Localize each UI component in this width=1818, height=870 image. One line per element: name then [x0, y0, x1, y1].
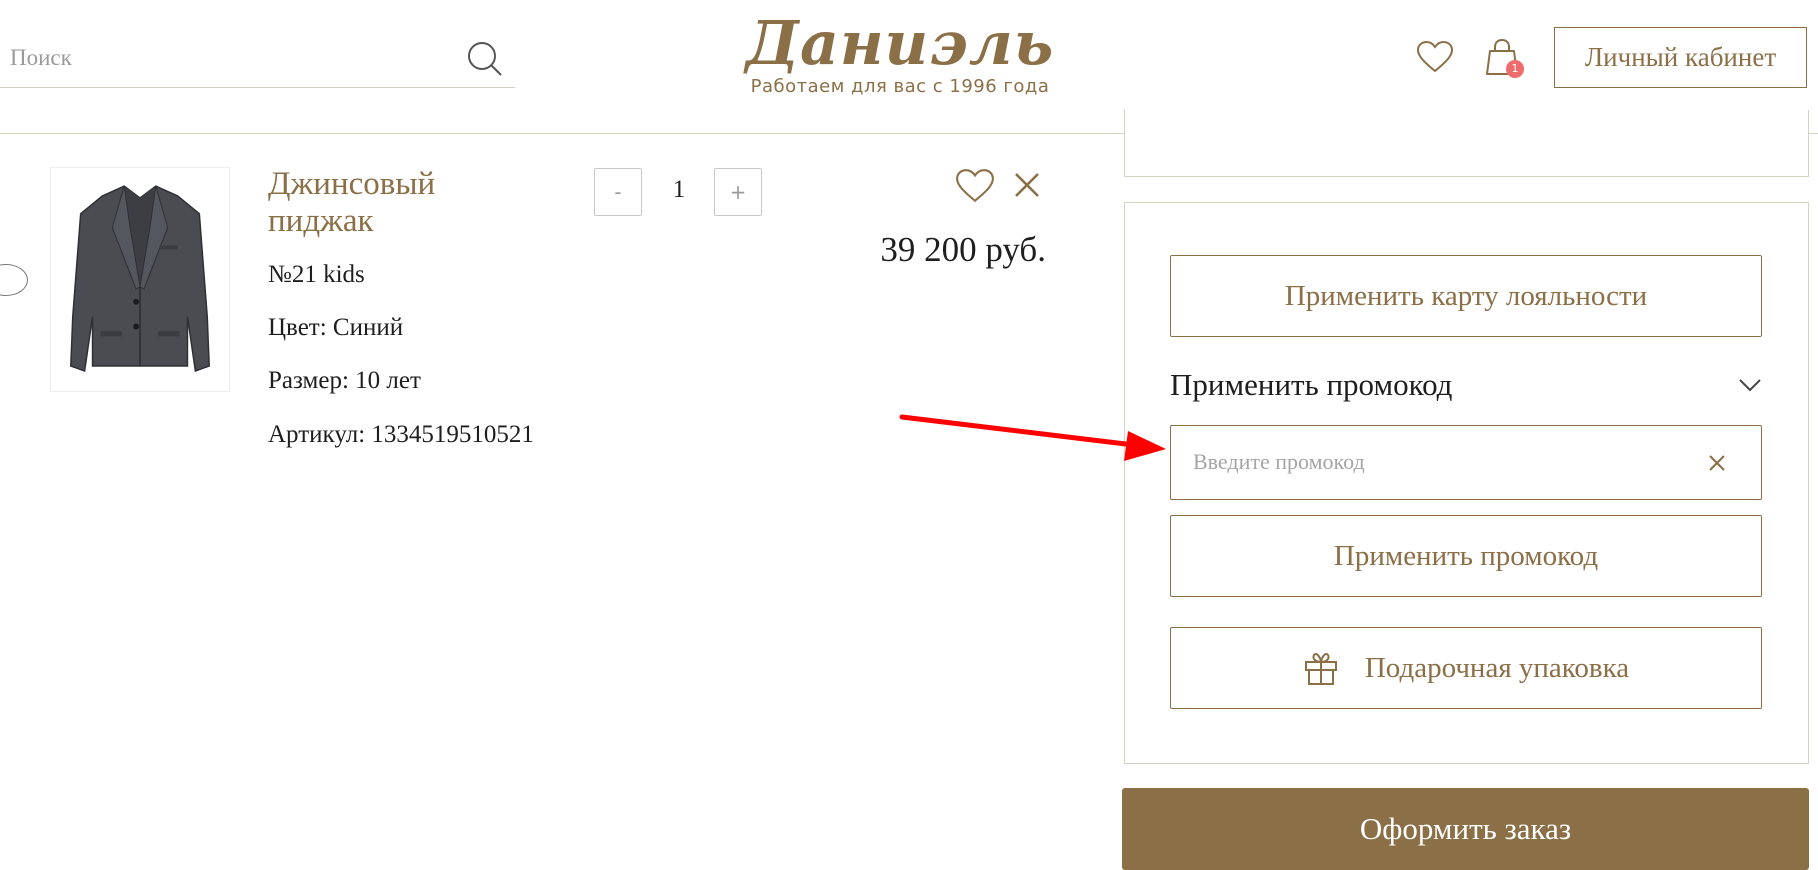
quantity-decrement-button[interactable]: -: [594, 168, 642, 216]
site-logo[interactable]: Даниэль Работаем для вас с 1996 года: [735, 8, 1065, 108]
product-size: Размер: 10 лет: [268, 367, 421, 394]
close-icon[interactable]: [1012, 170, 1042, 200]
promo-code-input[interactable]: [1193, 442, 1693, 482]
product-sku: Артикул: 1334519510521: [268, 421, 534, 448]
heart-icon[interactable]: [955, 168, 995, 204]
search-icon[interactable]: [466, 40, 504, 78]
gift-icon: [1304, 653, 1337, 685]
search-bar: [0, 30, 515, 88]
product-title[interactable]: Джинсовый пиджак: [268, 166, 548, 240]
gift-wrap-label: Подарочная упаковка: [1364, 651, 1630, 684]
item-select-radio[interactable]: [0, 264, 28, 296]
heart-icon[interactable]: [1416, 40, 1454, 74]
chevron-down-icon: [1739, 379, 1761, 392]
product-image[interactable]: [50, 167, 230, 392]
close-icon[interactable]: [1707, 453, 1727, 473]
promo-toggle-label: Применить промокод: [1170, 367, 1453, 402]
product-brand: №21 kids: [268, 261, 365, 288]
checkout-button[interactable]: Оформить заказ: [1122, 788, 1809, 870]
order-summary-panel: [1124, 110, 1809, 177]
promo-code-field: [1170, 425, 1762, 500]
cart-count-badge: 1: [1506, 60, 1524, 78]
product-color: Цвет: Синий: [268, 314, 404, 341]
promo-code-toggle[interactable]: Применить промокод: [1170, 365, 1762, 409]
account-button[interactable]: Личный кабинет: [1554, 27, 1807, 88]
cart-page: Даниэль Работаем для вас с 1996 года 1 Л…: [0, 0, 1818, 870]
item-price: 39 200 руб.: [880, 230, 1046, 269]
gift-wrap-button[interactable]: Подарочная упаковка: [1170, 627, 1762, 709]
logo-tagline: Работаем для вас с 1996 года: [750, 76, 1050, 97]
apply-promo-code-button[interactable]: Применить промокод: [1170, 515, 1762, 597]
logo-wordmark: Даниэль: [745, 9, 1055, 79]
apply-loyalty-card-button[interactable]: Применить карту лояльности: [1170, 255, 1762, 337]
quantity-increment-button[interactable]: +: [714, 168, 762, 216]
search-input[interactable]: [10, 40, 450, 76]
discount-panel: Применить карту лояльности Применить про…: [1124, 202, 1809, 764]
quantity-value: 1: [672, 176, 686, 203]
